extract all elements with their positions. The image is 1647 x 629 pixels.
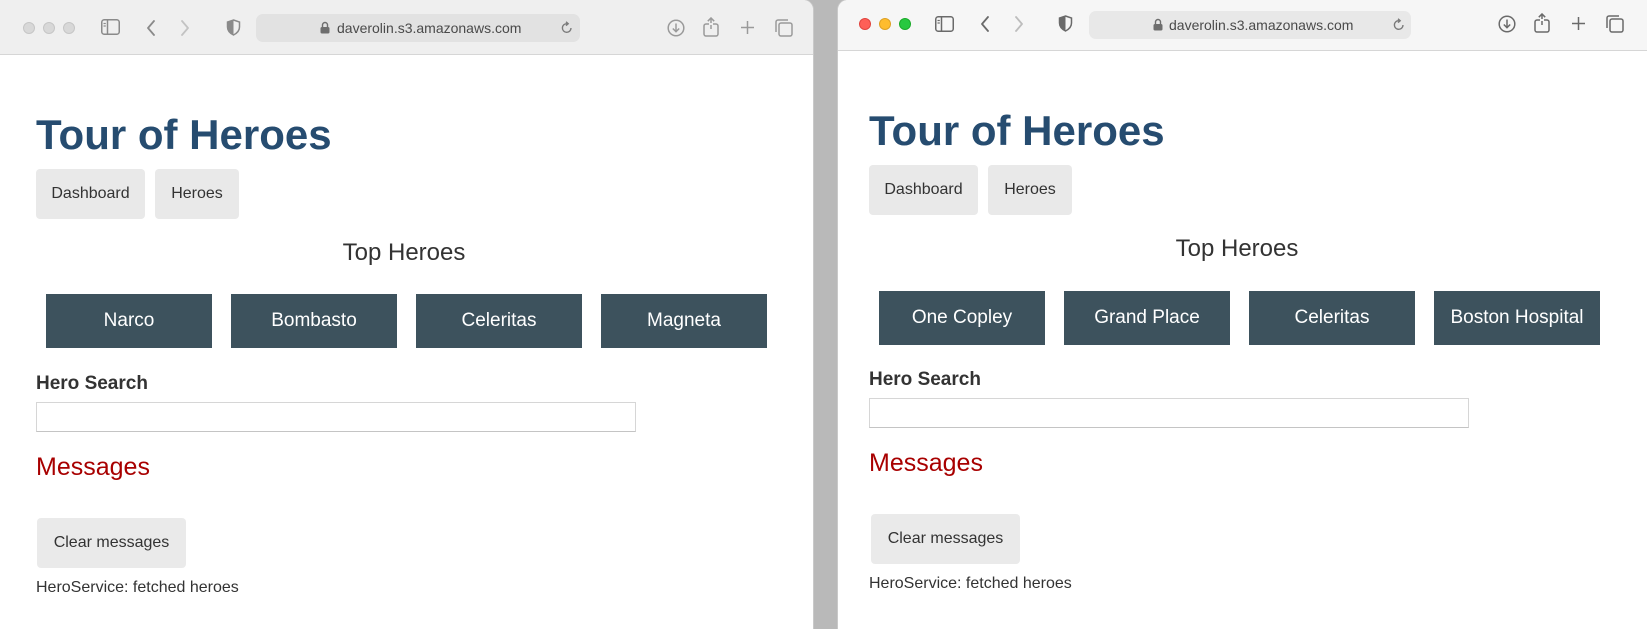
hero-tile[interactable]: One Copley: [879, 291, 1045, 345]
browser-toolbar: daverolin.s3.amazonaws.com: [838, 0, 1647, 51]
hero-search-input[interactable]: [869, 398, 1469, 428]
hero-search-label: Hero Search: [36, 373, 148, 394]
minimize-window-button[interactable]: [879, 18, 891, 30]
page-content: Tour of Heroes Dashboard Heroes Top Hero…: [838, 51, 1647, 629]
reload-icon[interactable]: [561, 21, 573, 37]
app-title: Tour of Heroes: [869, 107, 1165, 154]
nav-heroes-button[interactable]: Heroes: [988, 165, 1072, 215]
sidebar-icon[interactable]: [101, 19, 120, 35]
nav-dashboard-button[interactable]: Dashboard: [869, 165, 978, 215]
chevron-right-icon[interactable]: [180, 20, 190, 36]
minimize-window-button[interactable]: [43, 22, 55, 34]
top-heroes-heading: Top Heroes: [1175, 235, 1299, 262]
hero-tile[interactable]: Boston Hospital: [1434, 291, 1600, 345]
chevron-right-icon[interactable]: [1014, 16, 1024, 32]
chevron-left-icon[interactable]: [146, 20, 156, 36]
hero-search-input[interactable]: [36, 402, 636, 432]
share-icon[interactable]: [703, 17, 719, 37]
hero-tile[interactable]: Celeritas: [1249, 291, 1415, 345]
tab-overview-icon[interactable]: [775, 19, 793, 37]
lock-icon: [1153, 18, 1163, 34]
zoom-window-button[interactable]: [63, 22, 75, 34]
sidebar-icon[interactable]: [935, 16, 954, 32]
address-bar[interactable]: daverolin.s3.amazonaws.com: [1089, 11, 1411, 39]
message-item: HeroService: fetched heroes: [36, 579, 239, 596]
browser-window-left: daverolin.s3.amazonaws.com Tour of Heroe…: [0, 0, 813, 629]
clear-messages-button[interactable]: Clear messages: [871, 514, 1020, 564]
messages-heading: Messages: [869, 449, 983, 477]
url-text: daverolin.s3.amazonaws.com: [337, 20, 522, 36]
reload-icon[interactable]: [1393, 18, 1405, 34]
hero-tile[interactable]: Grand Place: [1064, 291, 1230, 345]
close-window-button[interactable]: [23, 22, 35, 34]
browser-toolbar: daverolin.s3.amazonaws.com: [0, 0, 813, 55]
hero-tile[interactable]: Magneta: [601, 294, 767, 348]
nav-heroes-button[interactable]: Heroes: [155, 169, 239, 219]
top-heroes-heading: Top Heroes: [342, 239, 466, 266]
zoom-window-button[interactable]: [899, 18, 911, 30]
plus-icon[interactable]: [740, 20, 755, 35]
hero-search-label: Hero Search: [869, 369, 981, 390]
hero-tile[interactable]: Narco: [46, 294, 212, 348]
chevron-left-icon[interactable]: [980, 16, 990, 32]
download-icon[interactable]: [667, 19, 685, 37]
browser-window-right: daverolin.s3.amazonaws.com Tour of Heroe…: [838, 0, 1647, 629]
app-title: Tour of Heroes: [36, 111, 332, 158]
lock-icon: [320, 21, 330, 37]
plus-icon[interactable]: [1571, 16, 1586, 31]
page-content: Tour of Heroes Dashboard Heroes Top Hero…: [0, 55, 813, 629]
close-window-button[interactable]: [859, 18, 871, 30]
nav-dashboard-button[interactable]: Dashboard: [36, 169, 145, 219]
hero-tile[interactable]: Bombasto: [231, 294, 397, 348]
tab-overview-icon[interactable]: [1606, 15, 1624, 33]
hero-tile[interactable]: Celeritas: [416, 294, 582, 348]
clear-messages-button[interactable]: Clear messages: [37, 518, 186, 568]
share-icon[interactable]: [1534, 13, 1550, 33]
address-bar[interactable]: daverolin.s3.amazonaws.com: [256, 14, 580, 42]
message-item: HeroService: fetched heroes: [869, 575, 1072, 592]
shield-icon[interactable]: [1058, 15, 1073, 32]
download-icon[interactable]: [1498, 15, 1516, 33]
url-text: daverolin.s3.amazonaws.com: [1169, 17, 1354, 33]
messages-heading: Messages: [36, 453, 150, 481]
shield-icon[interactable]: [226, 19, 241, 36]
